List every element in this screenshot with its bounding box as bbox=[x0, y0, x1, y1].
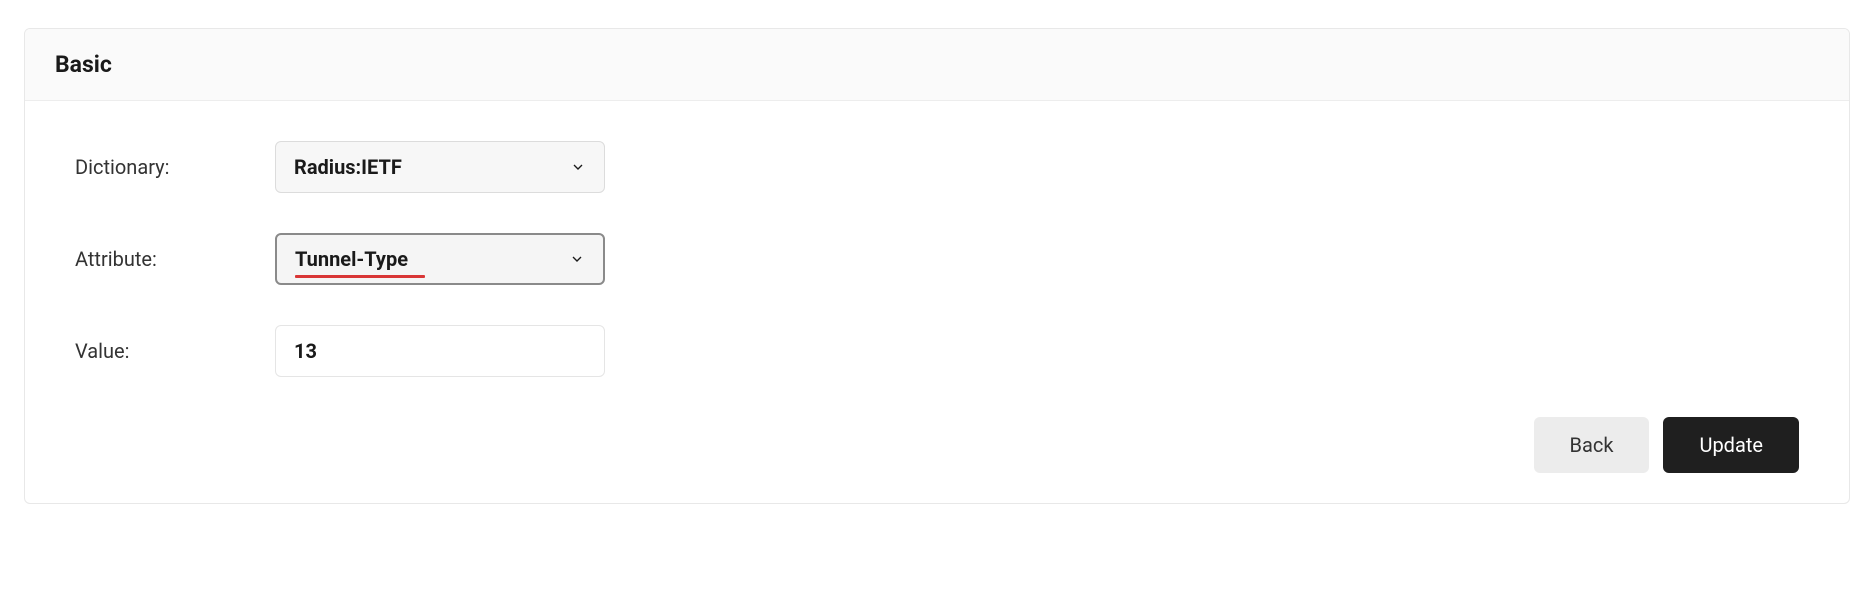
update-button[interactable]: Update bbox=[1663, 417, 1799, 473]
attribute-row: Attribute: Tunnel-Type bbox=[75, 233, 1799, 285]
attribute-label: Attribute: bbox=[75, 247, 275, 271]
dictionary-row: Dictionary: Radius:IETF bbox=[75, 141, 1799, 193]
value-input[interactable] bbox=[275, 325, 605, 377]
panel-header: Basic bbox=[25, 29, 1849, 101]
attribute-value: Tunnel-Type bbox=[295, 247, 569, 271]
chevron-down-icon bbox=[570, 159, 586, 175]
button-row: Back Update bbox=[75, 417, 1799, 473]
back-button[interactable]: Back bbox=[1534, 417, 1650, 473]
panel-body: Dictionary: Radius:IETF Attribute: Tunne… bbox=[25, 101, 1849, 503]
underline-annotation bbox=[295, 275, 425, 278]
dictionary-value: Radius:IETF bbox=[294, 155, 570, 179]
value-row: Value: bbox=[75, 325, 1799, 377]
basic-panel: Basic Dictionary: Radius:IETF Attribute:… bbox=[24, 28, 1850, 504]
dictionary-label: Dictionary: bbox=[75, 155, 275, 179]
dictionary-select[interactable]: Radius:IETF bbox=[275, 141, 605, 193]
panel-title: Basic bbox=[55, 51, 112, 78]
attribute-select[interactable]: Tunnel-Type bbox=[275, 233, 605, 285]
value-label: Value: bbox=[75, 339, 275, 363]
chevron-down-icon bbox=[569, 251, 585, 267]
